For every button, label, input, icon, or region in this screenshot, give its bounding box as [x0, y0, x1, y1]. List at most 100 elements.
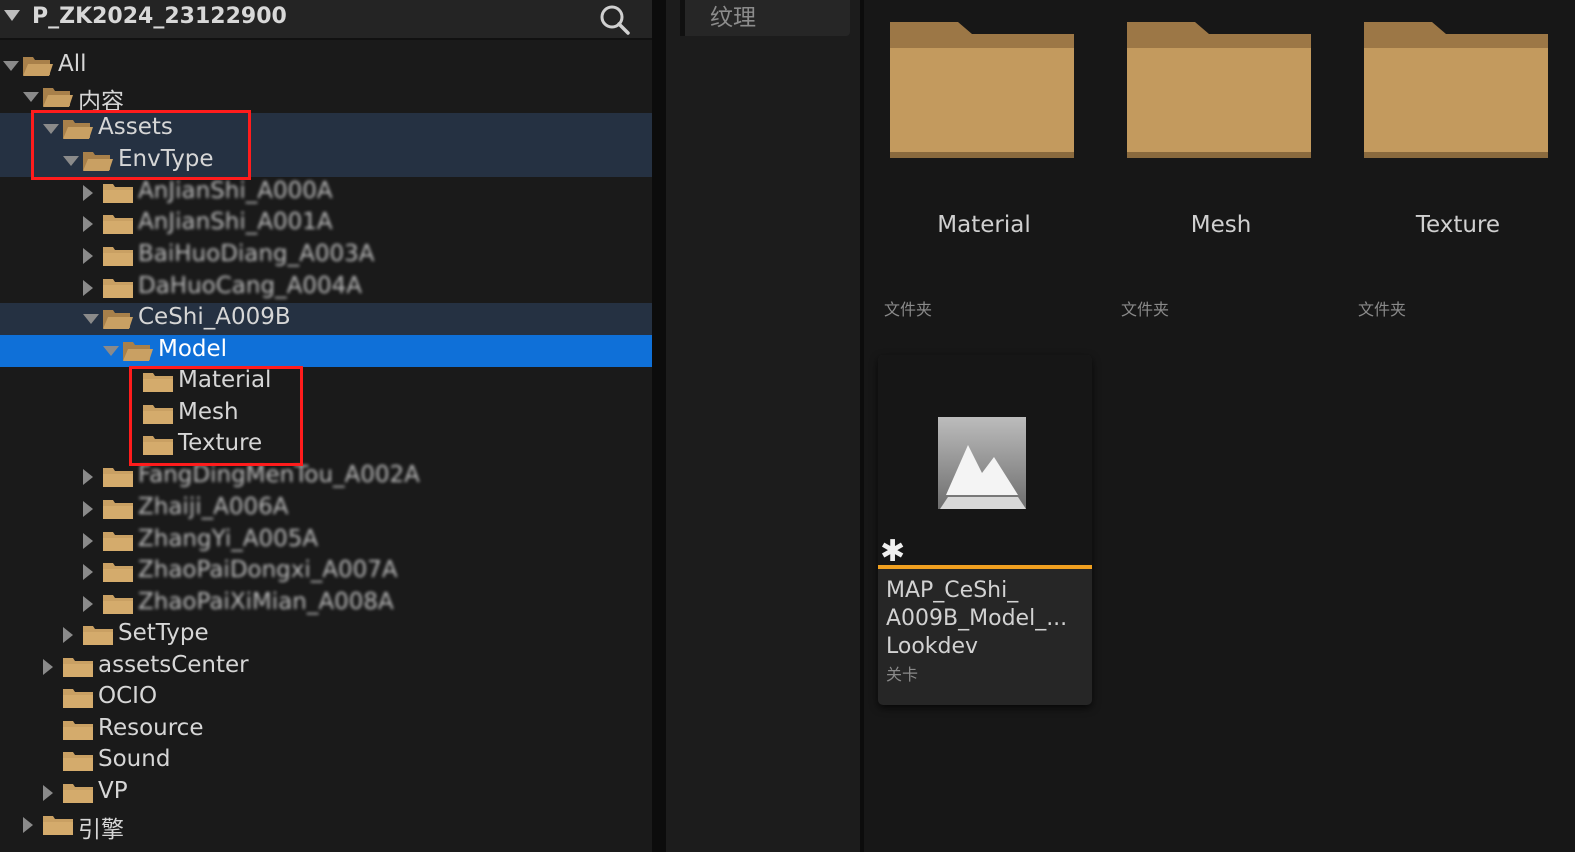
tree-item[interactable]: Model: [0, 335, 652, 367]
folder-icon: [102, 212, 134, 236]
expand-arrow-down-icon[interactable]: [83, 314, 99, 324]
asset-type-label: 关卡: [886, 665, 919, 684]
tree-item-label: All: [58, 51, 87, 77]
tree-item[interactable]: SetType: [0, 619, 652, 651]
expand-arrow-right-icon[interactable]: [83, 280, 93, 296]
folder-icon: [102, 276, 134, 300]
expand-arrow-right-icon[interactable]: [83, 596, 93, 612]
tree-item[interactable]: BaiHuoDiang_A003A: [0, 240, 652, 272]
expand-arrow-right-icon[interactable]: [83, 248, 93, 264]
expand-arrow-right-icon[interactable]: [43, 785, 53, 801]
folder-tile-icon[interactable]: [1125, 18, 1315, 164]
tree-item[interactable]: assetsCenter: [0, 651, 652, 683]
expand-arrow-right-icon[interactable]: [83, 469, 93, 485]
expand-arrow-right-icon[interactable]: [83, 501, 93, 517]
tree-item-label: OCIO: [98, 683, 158, 709]
tree-item[interactable]: ZhaoPaiXiMian_A008A: [0, 588, 652, 620]
tree-item[interactable]: Mesh: [0, 398, 652, 430]
annotation-box-subfolders: [129, 366, 303, 466]
folder-open-icon: [22, 54, 54, 78]
expand-arrow-right-icon[interactable]: [83, 216, 93, 232]
tree-item-label: assetsCenter: [98, 652, 249, 678]
tree-item[interactable]: OCIO: [0, 682, 652, 714]
search-icon[interactable]: [598, 2, 632, 36]
asset-tile-map[interactable]: ✱ MAP_CeShi_ A009B_Model_... Lookdev 关卡: [878, 355, 1092, 705]
folder-icon: [62, 749, 94, 773]
tree-item-label: Model: [158, 336, 228, 362]
tree-item[interactable]: AnJianShi_A001A: [0, 208, 652, 240]
tree-item[interactable]: Texture: [0, 429, 652, 461]
tree-item-label: BaiHuoDiang_A003A: [138, 241, 375, 267]
annotation-box-assets: [31, 110, 251, 180]
folder-icon: [102, 529, 134, 553]
tree-item[interactable]: VP: [0, 777, 652, 809]
tree-item-label: DaHuoCang_A004A: [138, 273, 362, 299]
tree-item[interactable]: Zhaiji_A006A: [0, 493, 652, 525]
tree-item-label: ZhaoPaiXiMian_A008A: [138, 589, 394, 615]
expand-arrow-right-icon[interactable]: [63, 627, 73, 643]
filter-chip-texture[interactable]: 纹理: [680, 0, 850, 36]
folder-icon: [102, 497, 134, 521]
tree-item[interactable]: Sound: [0, 745, 652, 777]
tree-item[interactable]: All: [0, 50, 652, 82]
tree-item[interactable]: Material: [0, 366, 652, 398]
folder-tile-type: 文件夹: [1358, 300, 1407, 319]
tree-item[interactable]: ZhaoPaiDongxi_A007A: [0, 556, 652, 588]
folder-tile-type: 文件夹: [1121, 300, 1170, 319]
tree-item[interactable]: CeShi_A009B: [0, 303, 652, 335]
star-icon: ✱: [880, 534, 906, 569]
expand-arrow-right-icon[interactable]: [83, 564, 93, 580]
tree-item[interactable]: 内容: [0, 81, 652, 115]
folder-tile-icon[interactable]: [1362, 18, 1552, 164]
asset-thumbnail: ✱: [878, 355, 1092, 569]
tree-item[interactable]: DaHuoCang_A004A: [0, 272, 652, 304]
tree-item-label: CeShi_A009B: [138, 304, 291, 330]
asset-name-line-3: Lookdev: [886, 634, 979, 659]
tree-item-label: ZhangYi_A005A: [138, 526, 319, 552]
folder-icon: [42, 813, 74, 837]
tree-item-label: ZhaoPaiDongxi_A007A: [138, 557, 398, 583]
folder-tile-name: Material: [937, 212, 1031, 238]
expand-arrow-right-icon[interactable]: [23, 817, 33, 833]
tree-item[interactable]: FangDingMenTou_A002A: [0, 461, 652, 493]
tree-item[interactable]: Resource: [0, 714, 652, 746]
expand-arrow-right-icon[interactable]: [83, 185, 93, 201]
tree-item-label: AnJianShi_A000A: [138, 178, 333, 204]
asset-name-line-2: A009B_Model_...: [886, 606, 1068, 631]
expand-arrow-down-icon[interactable]: [103, 346, 119, 356]
expand-arrow-down-icon[interactable]: [23, 92, 39, 102]
folder-icon: [62, 781, 94, 805]
asset-type-color-bar: [878, 565, 1092, 569]
collapse-caret-icon[interactable]: [4, 10, 20, 21]
expand-arrow-down-icon[interactable]: [3, 61, 19, 71]
panel-splitter[interactable]: [652, 0, 666, 852]
folder-icon: [102, 244, 134, 268]
tree-item-label: SetType: [118, 620, 209, 646]
folder-icon: [102, 181, 134, 205]
folder-icon: [102, 560, 134, 584]
folder-icon: [102, 465, 134, 489]
tree-item-label: Sound: [98, 746, 171, 772]
folder-tile-icon[interactable]: [888, 18, 1078, 164]
tree-item-label: 引擎: [78, 817, 124, 843]
folder-icon: [102, 592, 134, 616]
asset-name-line-1: MAP_CeShi_: [886, 578, 1019, 603]
filter-chip-bar: [680, 0, 685, 36]
tree-item-label: Resource: [98, 715, 204, 741]
folder-open-icon: [102, 307, 134, 331]
folder-open-icon: [42, 85, 74, 109]
expand-arrow-right-icon[interactable]: [43, 659, 53, 675]
tree-item[interactable]: AnJianShi_A000A: [0, 177, 652, 209]
level-map-icon: [938, 417, 1026, 509]
folder-tile-name: Texture: [1415, 212, 1501, 238]
filter-label: 纹理: [710, 5, 756, 31]
folder-icon: [62, 718, 94, 742]
expand-arrow-right-icon[interactable]: [83, 533, 93, 549]
tree-item[interactable]: 引擎: [0, 809, 652, 843]
project-title: P_ZK2024_23122900: [32, 4, 287, 29]
tree-item-label: VP: [98, 778, 128, 804]
folder-icon: [62, 686, 94, 710]
folder-open-icon: [122, 339, 154, 363]
tree-item-label: Zhaiji_A006A: [138, 494, 289, 520]
tree-item[interactable]: ZhangYi_A005A: [0, 525, 652, 557]
